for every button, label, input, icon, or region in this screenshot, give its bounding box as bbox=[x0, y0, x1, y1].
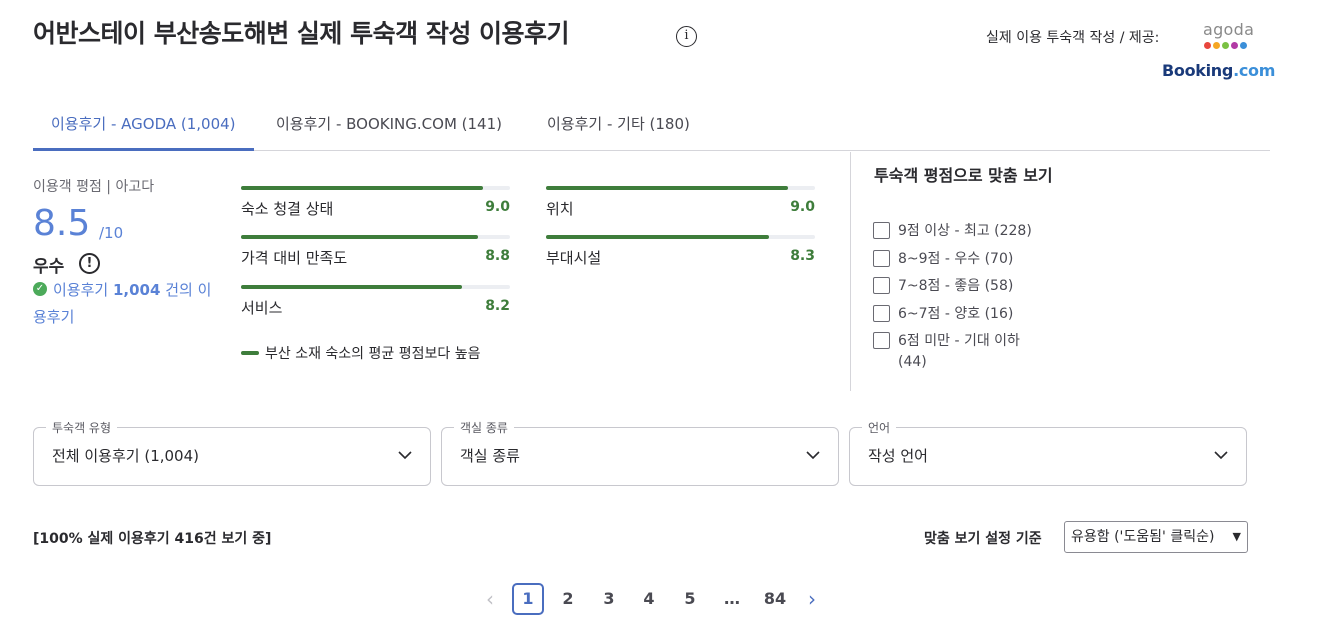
tab-other[interactable]: 이용후기 - 기타 (180) bbox=[529, 104, 708, 151]
filter-option-label: 9점 이상 - 최고 (228) bbox=[898, 223, 1032, 239]
checkbox[interactable] bbox=[873, 222, 890, 239]
page-ellipsis: … bbox=[724, 589, 740, 608]
category-value: 9.0 bbox=[485, 199, 510, 215]
filter-option-label: 6점 미만 - 기대 이하 (44) bbox=[898, 333, 1020, 370]
category-label: 숙소 청결 상태 bbox=[241, 200, 334, 218]
category-bar-fill bbox=[546, 235, 770, 239]
category-value: 8.2 bbox=[485, 298, 510, 314]
room-type-select[interactable]: 객실 종류 객실 종류 bbox=[441, 419, 839, 486]
filter-option-9plus[interactable]: 9점 이상 - 최고 (228) bbox=[873, 221, 1048, 242]
filter-option-8to9[interactable]: 8~9점 - 우수 (70) bbox=[873, 249, 1048, 270]
category-bar-fill bbox=[241, 235, 478, 239]
divider bbox=[850, 152, 851, 391]
category-bar bbox=[546, 235, 815, 239]
sort-select[interactable]: 유용함 ('도움됨' 클릭순) ▼ bbox=[1064, 521, 1248, 553]
category-label: 서비스 bbox=[241, 299, 283, 317]
filter-title: 투숙객 평점으로 맞춤 보기 bbox=[874, 166, 1053, 185]
category-label: 부대시설 bbox=[546, 249, 602, 267]
sort-select-value: 유용함 ('도움됨' 클릭순) bbox=[1071, 529, 1215, 545]
legend-swatch bbox=[241, 351, 259, 355]
overall-score: 8.5 bbox=[33, 203, 91, 244]
tab-agoda[interactable]: 이용후기 - AGODA (1,004) bbox=[33, 104, 254, 151]
page-2[interactable]: 2 bbox=[558, 583, 578, 615]
filter-option-label: 6~7점 - 양호 (16) bbox=[898, 306, 1014, 322]
category-value: 8.3 bbox=[790, 248, 815, 264]
category-label: 위치 bbox=[546, 200, 574, 218]
select-value: 객실 종류 bbox=[460, 447, 520, 465]
select-legend: 객실 종류 bbox=[454, 419, 514, 436]
provider-label: 실제 이용 투숙객 작성 / 제공: bbox=[986, 30, 1160, 46]
category-bar-fill bbox=[241, 285, 462, 289]
select-value: 작성 언어 bbox=[868, 447, 928, 465]
category-bar bbox=[241, 235, 510, 239]
review-count-number: 1,004 bbox=[112, 281, 161, 299]
agoda-logo: agoda bbox=[1203, 20, 1259, 52]
info-icon[interactable]: i bbox=[676, 26, 697, 47]
select-value: 전체 이용후기 (1,004) bbox=[52, 447, 199, 465]
page-1[interactable]: 1 bbox=[512, 583, 544, 615]
category-bar bbox=[241, 285, 510, 289]
exclamation-icon[interactable]: ! bbox=[79, 253, 100, 274]
page-5[interactable]: 5 bbox=[680, 583, 700, 615]
category-bar bbox=[241, 186, 510, 190]
legend-text: 부산 소재 숙소의 평균 평점보다 높음 bbox=[265, 346, 481, 362]
chevron-down-icon bbox=[1214, 451, 1228, 460]
rating-label: 이용객 평점 | 아고다 bbox=[33, 179, 155, 195]
next-page-icon[interactable]: › bbox=[802, 583, 822, 615]
page-4[interactable]: 4 bbox=[639, 583, 659, 615]
page-3[interactable]: 3 bbox=[599, 583, 619, 615]
category-service: 서비스 8.2 bbox=[241, 285, 510, 325]
select-legend: 투숙객 유형 bbox=[46, 419, 118, 436]
review-count-prefix: 이용후기 bbox=[53, 281, 109, 299]
booking-logo: Booking.com bbox=[1162, 61, 1275, 80]
tab-booking[interactable]: 이용후기 - BOOKING.COM (141) bbox=[258, 104, 520, 151]
showing-status: [100% 실제 이용후기 416건 보기 중] bbox=[33, 531, 272, 547]
chevron-down-icon: ▼ bbox=[1232, 530, 1241, 543]
category-bar bbox=[546, 186, 815, 190]
category-value: 9.0 bbox=[790, 199, 815, 215]
agoda-dots bbox=[1204, 42, 1247, 49]
category-value: 8.8 bbox=[485, 248, 510, 264]
checkbox[interactable] bbox=[873, 332, 890, 349]
agoda-logo-text: agoda bbox=[1203, 20, 1255, 39]
chevron-down-icon bbox=[398, 451, 412, 460]
score-max: /10 bbox=[99, 224, 124, 242]
filter-option-7to8[interactable]: 7~8점 - 좋음 (58) bbox=[873, 276, 1048, 297]
checkbox[interactable] bbox=[873, 277, 890, 294]
sort-label: 맞춤 보기 설정 기준 bbox=[924, 531, 1042, 547]
review-count-link[interactable]: 이용후기 1,004 건의 이용후기 bbox=[33, 277, 223, 331]
category-value-for-money: 가격 대비 만족도 8.8 bbox=[241, 235, 510, 275]
category-bar-fill bbox=[546, 186, 789, 190]
filter-option-below6[interactable]: 6점 미만 - 기대 이하 (44) bbox=[873, 331, 1048, 373]
filter-option-label: 7~8점 - 좋음 (58) bbox=[898, 278, 1014, 294]
page-84[interactable]: 84 bbox=[762, 583, 788, 615]
page-title: 어반스테이 부산송도해변 실제 투숙객 작성 이용후기 bbox=[33, 19, 570, 48]
select-legend: 언어 bbox=[862, 419, 897, 436]
traveler-type-select[interactable]: 투숙객 유형 전체 이용후기 (1,004) bbox=[33, 419, 431, 486]
category-bar-fill bbox=[241, 186, 484, 190]
category-cleanliness: 숙소 청결 상태 9.0 bbox=[241, 186, 510, 226]
prev-page-icon[interactable]: ‹ bbox=[480, 583, 500, 615]
filter-option-label: 8~9점 - 우수 (70) bbox=[898, 251, 1014, 267]
category-location: 위치 9.0 bbox=[546, 186, 815, 226]
checkbox[interactable] bbox=[873, 305, 890, 322]
filter-option-6to7[interactable]: 6~7점 - 양호 (16) bbox=[873, 304, 1048, 325]
grade-label: 우수 bbox=[33, 257, 65, 277]
booking-logo-com: .com bbox=[1233, 61, 1276, 80]
chevron-down-icon bbox=[806, 451, 820, 460]
language-select[interactable]: 언어 작성 언어 bbox=[849, 419, 1247, 486]
category-label: 가격 대비 만족도 bbox=[241, 249, 348, 267]
checkbox[interactable] bbox=[873, 250, 890, 267]
booking-logo-main: Booking bbox=[1162, 61, 1234, 80]
category-facilities: 부대시설 8.3 bbox=[546, 235, 815, 275]
review-tabs: 이용후기 - AGODA (1,004) 이용후기 - BOOKING.COM … bbox=[33, 104, 1270, 151]
